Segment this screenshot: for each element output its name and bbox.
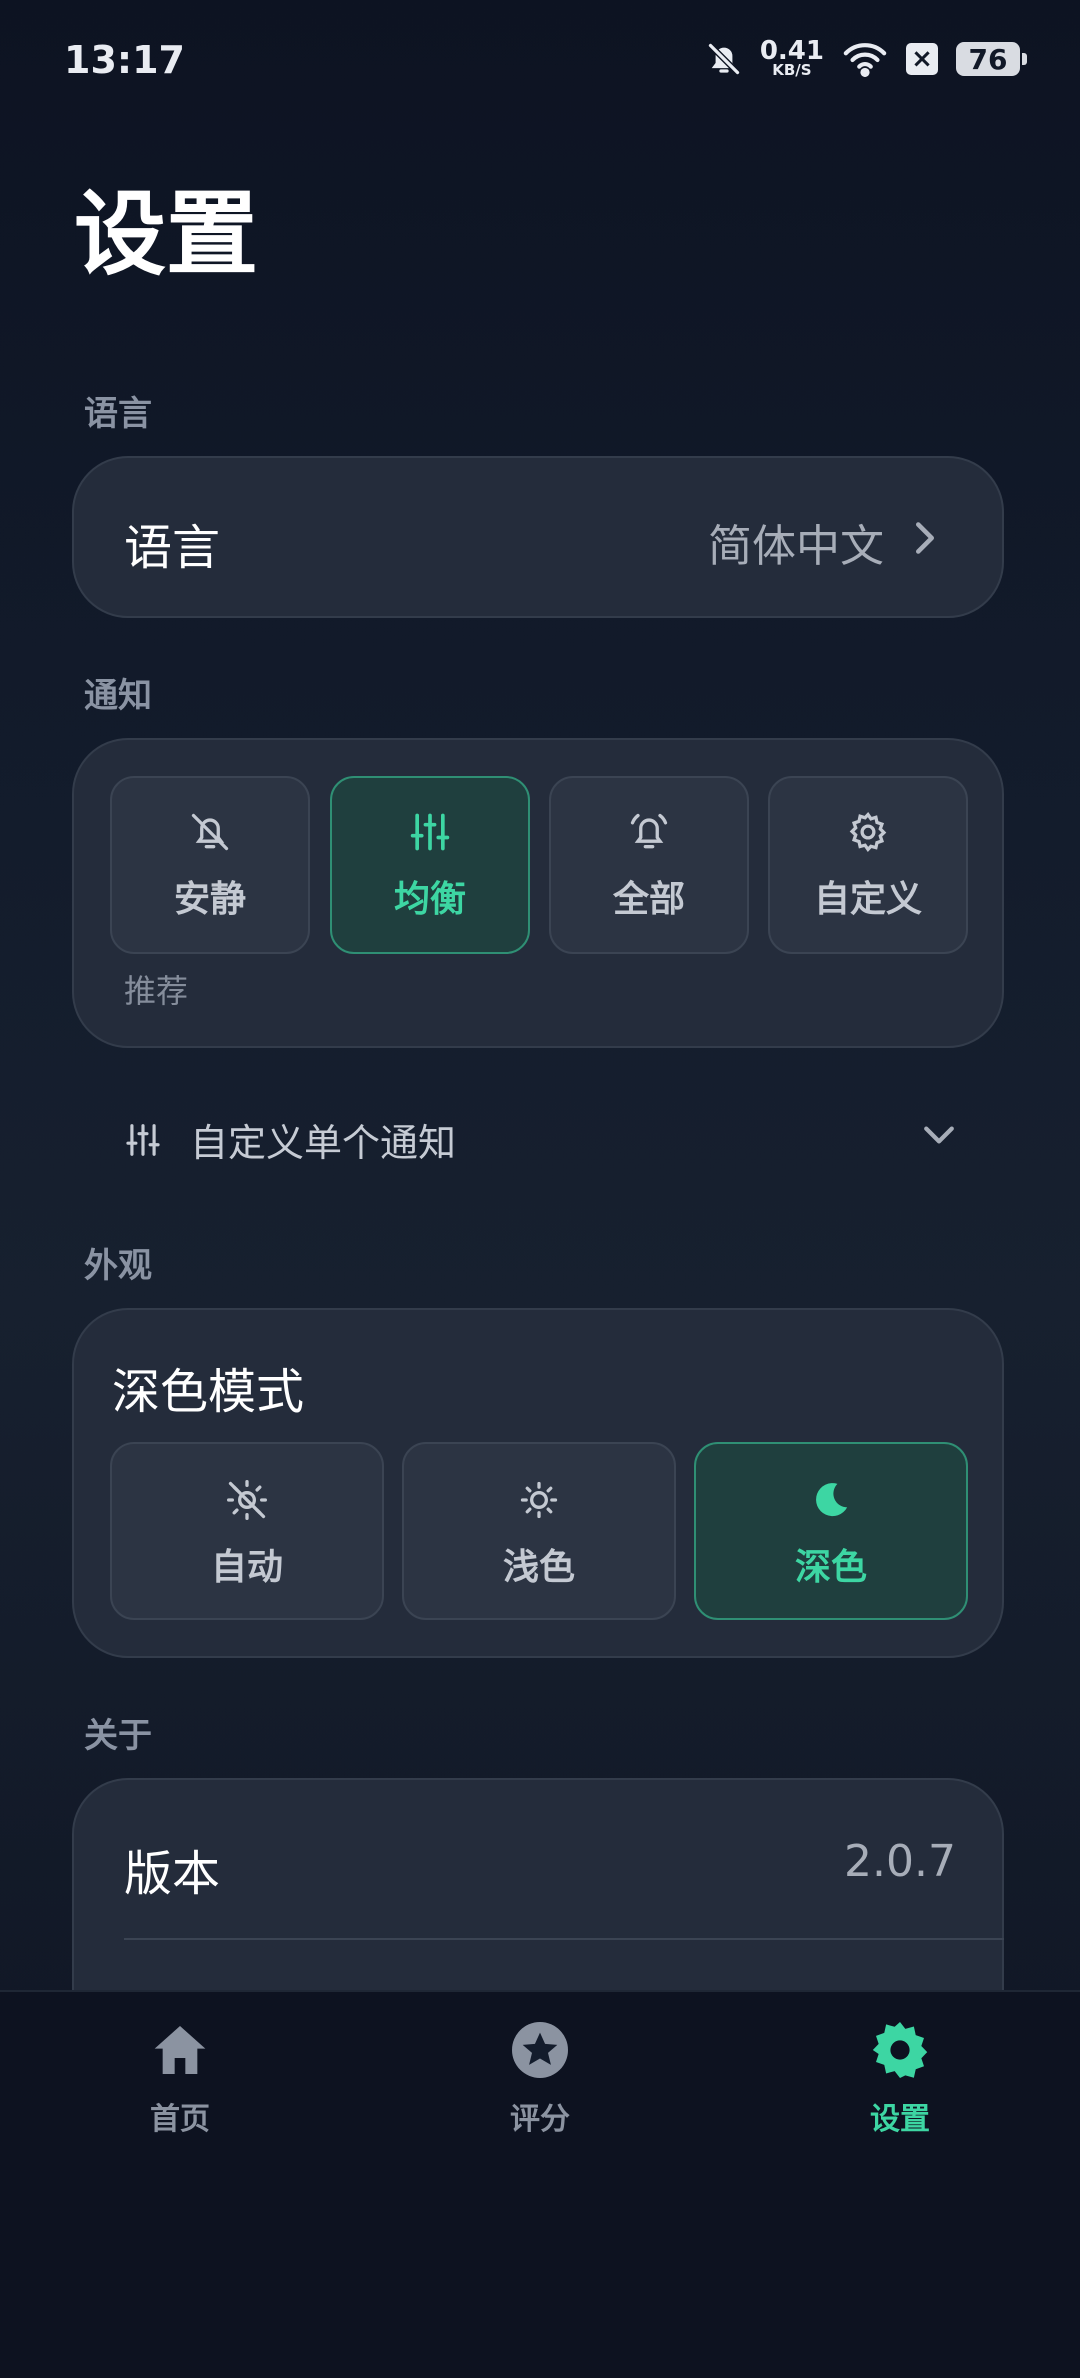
moon-icon <box>816 1483 848 1517</box>
theme-auto-label: 自动 <box>210 1547 283 1588</box>
close-badge-icon: × <box>906 43 938 75</box>
status-time: 13:17 <box>64 38 185 82</box>
mode-custom-button[interactable]: 自定义 <box>768 776 968 954</box>
sun-icon <box>520 1481 558 1519</box>
sliders-icon <box>410 813 450 851</box>
mode-all-button[interactable]: 全部 <box>549 776 749 954</box>
custom-single-label: 自定义单个通知 <box>190 1121 457 1165</box>
version-value: 2.0.7 <box>844 1836 956 1887</box>
nav-home[interactable]: 首页 <box>80 2018 280 2138</box>
divider <box>124 1938 1004 1940</box>
sliders-icon <box>126 1123 160 1156</box>
section-label-language: 语言 <box>84 394 152 434</box>
language-row-value: 简体中文 <box>708 521 884 572</box>
mode-quiet-button[interactable]: 安静 <box>110 776 310 954</box>
bell-ring-icon <box>630 813 668 849</box>
custom-single-notification-row[interactable]: 自定义单个通知 <box>124 1112 456 1167</box>
theme-light-label: 浅色 <box>502 1547 575 1588</box>
recommended-note: 推荐 <box>124 972 189 1010</box>
mode-quiet-label: 安静 <box>173 879 246 920</box>
net-speed: 0.41 KB/S <box>759 36 824 79</box>
dark-mode-title: 深色模式 <box>112 1364 305 1420</box>
section-label-about: 关于 <box>84 1716 152 1756</box>
theme-auto-button[interactable]: 自动 <box>110 1442 384 1620</box>
chevron-right-icon <box>916 522 934 554</box>
battery-indicator: 76 <box>956 42 1027 76</box>
bell-off-icon <box>191 813 229 851</box>
mode-balanced-button[interactable]: 均衡 <box>330 776 530 954</box>
section-label-notification: 通知 <box>84 676 152 716</box>
status-icons: 0.41 KB/S × 76 <box>706 36 1027 79</box>
theme-dark-label: 深色 <box>794 1547 867 1588</box>
nav-settings-label: 设置 <box>870 2102 930 2137</box>
theme-light-button[interactable]: 浅色 <box>402 1442 676 1620</box>
mode-all-label: 全部 <box>612 879 685 920</box>
gear-icon <box>872 2022 928 2078</box>
chevron-down-icon[interactable] <box>922 1122 956 1148</box>
wifi-icon <box>843 43 887 77</box>
theme-dark-button[interactable]: 深色 <box>694 1442 968 1620</box>
nav-rate-label: 评分 <box>510 2102 570 2137</box>
mode-custom-label: 自定义 <box>813 879 922 920</box>
page-title: 设置 <box>74 181 259 288</box>
nav-home-label: 首页 <box>150 2102 210 2137</box>
star-icon <box>512 2022 568 2078</box>
auto-brightness-icon <box>227 1480 267 1520</box>
section-label-appearance: 外观 <box>84 1246 152 1286</box>
nav-rate[interactable]: 评分 <box>440 2018 640 2138</box>
gear-icon <box>849 811 887 853</box>
home-icon <box>154 2026 206 2074</box>
version-title: 版本 <box>124 1846 221 1902</box>
language-row-title: 语言 <box>124 520 221 576</box>
bell-muted-icon <box>707 42 741 76</box>
nav-settings[interactable]: 设置 <box>800 2018 1000 2138</box>
mode-balanced-label: 均衡 <box>393 879 466 920</box>
